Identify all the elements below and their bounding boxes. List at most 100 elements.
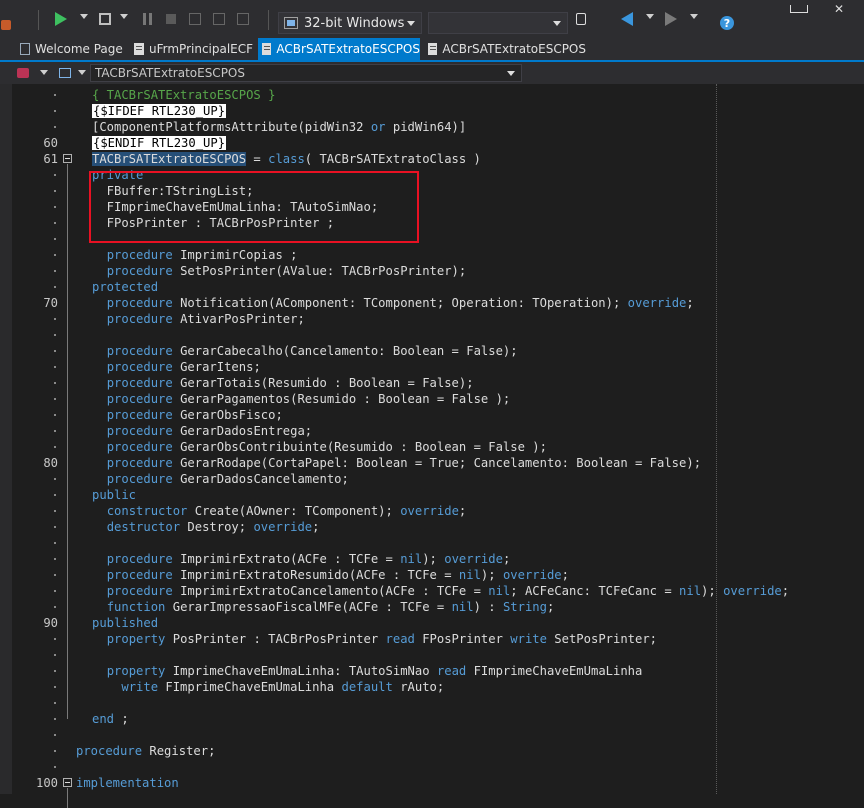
code-line[interactable]: procedure ImprimirExtratoResumido(ACFe :…: [0, 567, 864, 583]
code-line[interactable]: 80 procedure GerarRodape(CortaPapel: Boo…: [0, 455, 864, 471]
code-line[interactable]: procedure GerarCabecalho(Cancelamento: B…: [0, 343, 864, 359]
configuration-select[interactable]: [428, 12, 568, 34]
mail-icon[interactable]: [790, 0, 808, 18]
code-token: GerarDadosEntrega;: [172, 424, 313, 438]
code-line[interactable]: protected: [0, 279, 864, 295]
code-text: property PosPrinter : TACBrPosPrinter re…: [92, 631, 657, 647]
code-line[interactable]: procedure GerarPagamentos(Resumido : Boo…: [0, 391, 864, 407]
run-without-debug-dropdown-icon[interactable]: [120, 14, 128, 19]
code-line[interactable]: procedure ImprimirExtratoCancelamento(AC…: [0, 583, 864, 599]
class-navigator-select[interactable]: TACBrSATExtratoESCPOS: [90, 64, 522, 82]
tab-welcome-page[interactable]: Welcome Page: [16, 38, 126, 60]
code-line[interactable]: procedure Register;: [0, 743, 864, 759]
code-line[interactable]: {$IFDEF RTL230_UP}: [0, 103, 864, 119]
run-dropdown-icon[interactable]: [80, 14, 88, 19]
code-token: procedure: [106, 568, 173, 582]
code-token: procedure: [106, 360, 173, 374]
line-marker-dot: [54, 510, 56, 512]
code-line[interactable]: [0, 759, 864, 775]
class-icon[interactable]: [56, 64, 74, 82]
step-over-icon[interactable]: [186, 10, 204, 28]
pause-icon[interactable]: [138, 10, 156, 28]
code-line[interactable]: [0, 327, 864, 343]
code-line[interactable]: [0, 535, 864, 551]
code-token: procedure: [106, 392, 173, 406]
chevron-down-icon[interactable]: [78, 70, 86, 75]
line-marker-dot: [54, 190, 56, 192]
code-line[interactable]: procedure AtivarPosPrinter;: [0, 311, 864, 327]
code-line[interactable]: procedure ImprimirCopias ;: [0, 247, 864, 263]
target-platform-select[interactable]: 32-bit Windows: [278, 12, 422, 34]
code-token: FImprimeChaveEmUmaLinha: [466, 664, 643, 678]
line-marker-dot: [54, 270, 56, 272]
code-line[interactable]: end ;: [0, 711, 864, 727]
back-icon[interactable]: [618, 10, 636, 28]
code-line[interactable]: function GerarImpressaoFiscalMFe(ACFe : …: [0, 599, 864, 615]
code-line[interactable]: procedure GerarDadosEntrega;: [0, 423, 864, 439]
tab-acbrsatextratoescpos[interactable]: ACBrSATExtratoESCPOS: [424, 38, 586, 60]
code-token: read: [385, 632, 415, 646]
code-line[interactable]: property PosPrinter : TACBrPosPrinter re…: [0, 631, 864, 647]
code-line[interactable]: [0, 727, 864, 743]
tab-acbrsatextratoescpos-active[interactable]: ACBrSATExtratoESCPOS: [258, 38, 420, 60]
help-icon[interactable]: ?: [720, 16, 734, 30]
run-icon[interactable]: [52, 10, 70, 28]
code-line[interactable]: constructor Create(AOwner: TComponent); …: [0, 503, 864, 519]
code-token: or: [370, 120, 386, 134]
code-token: );: [422, 552, 445, 566]
code-line[interactable]: 70 procedure Notification(AComponent: TC…: [0, 295, 864, 311]
code-line[interactable]: procedure ImprimirExtrato(ACFe : TCFe = …: [0, 551, 864, 567]
code-line[interactable]: 100 implementation: [0, 775, 864, 791]
code-token: ImprimirCopias ;: [172, 248, 298, 262]
chevron-down-icon[interactable]: [40, 70, 48, 75]
code-line[interactable]: procedure GerarDadosCancelamento;: [0, 471, 864, 487]
fold-toggle-icon[interactable]: [63, 154, 72, 163]
code-token: procedure: [106, 376, 173, 390]
line-marker-dot: [54, 414, 56, 416]
forward-dropdown-icon[interactable]: [690, 14, 698, 19]
debug-icon[interactable]: [0, 16, 12, 34]
code-token: end: [92, 712, 115, 726]
code-line[interactable]: public: [0, 487, 864, 503]
tab-ufrmprincipalecf[interactable]: uFrmPrincipalECF: [130, 38, 254, 60]
close-icon[interactable]: ✕: [830, 0, 848, 18]
code-line[interactable]: property ImprimeChaveEmUmaLinha: TAutoSi…: [0, 663, 864, 679]
code-line[interactable]: destructor Destroy; override;: [0, 519, 864, 535]
toolbar-brush-icon[interactable]: [14, 64, 32, 82]
device-icon[interactable]: [572, 10, 590, 28]
fold-toggle-icon[interactable]: [63, 778, 72, 787]
code-line[interactable]: 90 published: [0, 615, 864, 631]
stop-icon[interactable]: [162, 10, 180, 28]
code-text: write FImprimeChaveEmUmaLinha default rA…: [92, 679, 444, 695]
code-line[interactable]: procedure GerarObsContribuinte(Resumido …: [0, 439, 864, 455]
code-line[interactable]: procedure SetPosPrinter(AValue: TACBrPos…: [0, 263, 864, 279]
code-text: public: [92, 487, 136, 503]
code-line[interactable]: procedure GerarItens;: [0, 359, 864, 375]
code-line[interactable]: write FImprimeChaveEmUmaLinha default rA…: [0, 679, 864, 695]
back-dropdown-icon[interactable]: [646, 14, 654, 19]
code-line[interactable]: [0, 647, 864, 663]
code-line[interactable]: procedure GerarTotais(Resumido : Boolean…: [0, 375, 864, 391]
code-text: { TACBrSATExtratoESCPOS }: [92, 87, 275, 103]
forward-icon[interactable]: [662, 10, 680, 28]
chevron-down-icon: [407, 21, 415, 26]
code-line[interactable]: [ComponentPlatformsAttribute(pidWin32 or…: [0, 119, 864, 135]
code-line[interactable]: 60 {$ENDIF RTL230_UP}: [0, 135, 864, 151]
code-token: procedure: [106, 472, 173, 486]
trace-into-icon[interactable]: [210, 10, 228, 28]
code-line[interactable]: 61 TACBrSATExtratoESCPOS = class( TACBrSA…: [0, 151, 864, 167]
run-until-return-icon[interactable]: [234, 10, 252, 28]
code-line[interactable]: procedure GerarObsFisco;: [0, 407, 864, 423]
code-token: procedure: [106, 408, 173, 422]
code-line[interactable]: { TACBrSATExtratoESCPOS }: [0, 87, 864, 103]
code-token: override: [444, 552, 503, 566]
code-text: property ImprimeChaveEmUmaLinha: TAutoSi…: [92, 663, 643, 679]
run-without-debug-icon[interactable]: [96, 10, 114, 28]
code-token: protected: [92, 280, 159, 294]
code-line[interactable]: [0, 695, 864, 711]
